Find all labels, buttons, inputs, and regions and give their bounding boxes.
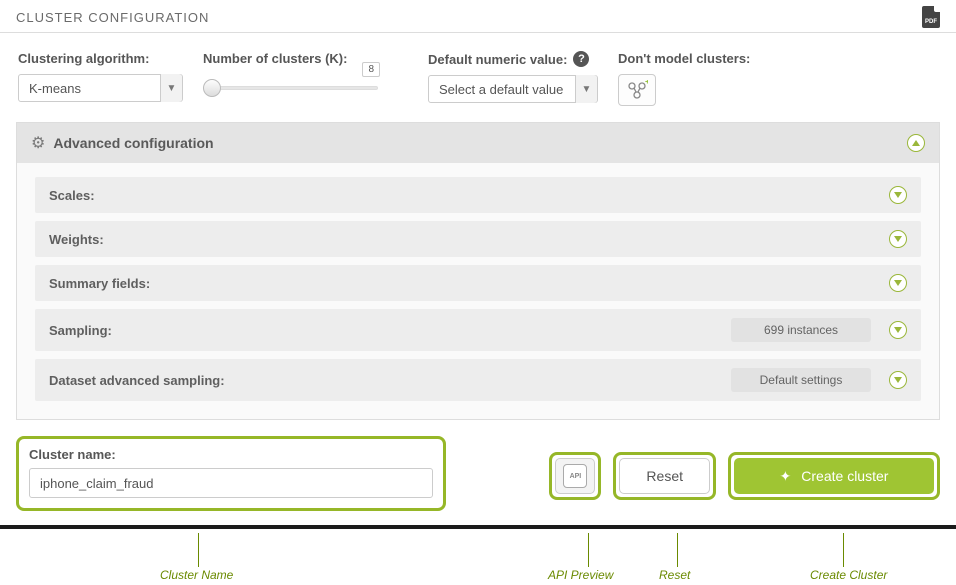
svg-text:+: + — [645, 80, 648, 86]
caption-connector — [588, 533, 589, 567]
algorithm-value: K-means — [19, 81, 160, 96]
chevron-down-icon: ▼ — [160, 74, 182, 102]
k-slider[interactable]: 8 — [203, 78, 378, 82]
cluster-icon: ✦ — [780, 468, 792, 485]
dataset-sampling-label: Dataset advanced sampling: — [49, 373, 225, 388]
expand-icon[interactable] — [889, 230, 907, 248]
algorithm-label: Clustering algorithm: — [18, 51, 183, 66]
weights-label: Weights: — [49, 232, 104, 247]
expand-icon[interactable] — [889, 274, 907, 292]
caption-api: API Preview — [548, 568, 613, 582]
row-summary[interactable]: Summary fields: — [35, 265, 921, 301]
slider-thumb-icon[interactable] — [203, 79, 221, 97]
caption-reset: Reset — [659, 568, 690, 582]
chevron-down-icon: ▼ — [575, 75, 597, 103]
reset-button[interactable]: Reset — [619, 458, 710, 494]
pdf-export-icon[interactable]: PDF — [922, 6, 940, 28]
advanced-panel: ⚙ Advanced configuration Scales: Weights… — [16, 122, 940, 420]
dont-model-button[interactable]: + — [618, 74, 656, 106]
expand-icon[interactable] — [889, 371, 907, 389]
summary-label: Summary fields: — [49, 276, 150, 291]
caption-cluster-name: Cluster Name — [160, 568, 233, 582]
row-scales[interactable]: Scales: — [35, 177, 921, 213]
algorithm-select[interactable]: K-means ▼ — [18, 74, 183, 102]
dont-model-label: Don't model clusters: — [618, 51, 750, 66]
config-header: CLUSTER CONFIGURATION PDF — [0, 0, 956, 33]
gear-icon: ⚙ — [31, 133, 45, 153]
expand-icon[interactable] — [889, 186, 907, 204]
advanced-header[interactable]: ⚙ Advanced configuration — [17, 123, 939, 163]
help-icon[interactable]: ? — [573, 51, 589, 67]
caption-connector — [843, 533, 844, 567]
advanced-title: Advanced configuration — [53, 135, 213, 151]
default-numeric-select[interactable]: Select a default value ▼ — [428, 75, 598, 103]
api-preview-button[interactable]: API — [555, 458, 595, 494]
default-numeric-label: Default numeric value: ? — [428, 51, 598, 67]
page-title: CLUSTER CONFIGURATION — [16, 10, 209, 25]
slider-track — [203, 86, 378, 90]
scales-label: Scales: — [49, 188, 95, 203]
collapse-icon[interactable] — [907, 134, 925, 152]
sampling-badge: 699 instances — [731, 318, 871, 342]
caption-create: Create Cluster — [810, 568, 887, 582]
captions: Cluster Name API Preview Reset Create Cl… — [0, 529, 956, 585]
k-value: 8 — [362, 62, 380, 77]
api-icon: API — [563, 464, 587, 488]
row-weights[interactable]: Weights: — [35, 221, 921, 257]
default-numeric-placeholder: Select a default value — [429, 82, 575, 97]
caption-connector — [198, 533, 199, 567]
row-dataset-sampling[interactable]: Dataset advanced sampling: Default setti… — [35, 359, 921, 401]
expand-icon[interactable] — [889, 321, 907, 339]
cluster-name-group: Cluster name: — [16, 436, 446, 511]
cluster-icon: + — [626, 80, 648, 100]
create-label: Create cluster — [801, 468, 888, 484]
sampling-label: Sampling: — [49, 323, 112, 338]
cluster-name-input[interactable] — [29, 468, 433, 498]
caption-connector — [677, 533, 678, 567]
create-cluster-button[interactable]: ✦ Create cluster — [734, 458, 934, 494]
cluster-name-label: Cluster name: — [29, 447, 433, 462]
dataset-sampling-badge: Default settings — [731, 368, 871, 392]
default-numeric-label-text: Default numeric value: — [428, 52, 567, 67]
row-sampling[interactable]: Sampling: 699 instances — [35, 309, 921, 351]
